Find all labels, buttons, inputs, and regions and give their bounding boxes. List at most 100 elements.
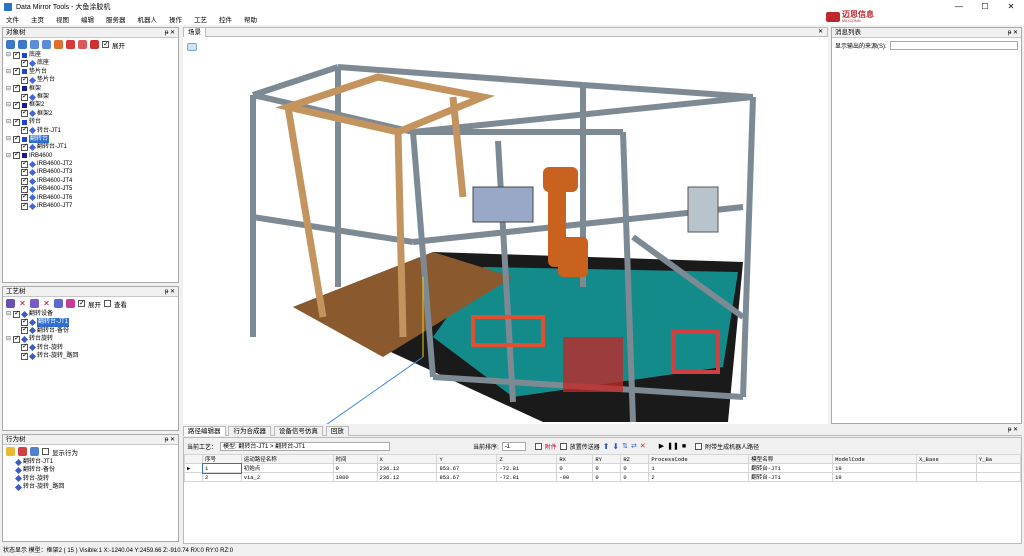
delete-row-icon[interactable]: ✕	[640, 442, 646, 450]
tab-path-editor[interactable]: 路径编辑器	[183, 426, 226, 436]
collapse-icon[interactable]: ⊟	[6, 85, 13, 93]
process-tree-item[interactable]: 翻转台-备份	[14, 326, 178, 335]
item-checkbox[interactable]	[21, 352, 28, 360]
menu-home[interactable]: 主页	[25, 14, 50, 24]
table-cell[interactable]: 0	[332, 463, 378, 473]
table-cell[interactable]: 1	[201, 462, 243, 474]
table-cell[interactable]: 0	[556, 463, 594, 473]
table-cell[interactable]: -90	[556, 472, 594, 482]
table-cell[interactable]	[975, 463, 1022, 473]
process-tree-item[interactable]: ⊟ 翻转设备	[6, 310, 178, 318]
process-tree-item[interactable]: 翻转台-JT1	[14, 318, 178, 327]
eye-icon[interactable]	[187, 43, 197, 51]
table-cell[interactable]: 0	[620, 463, 650, 473]
process-tree-item[interactable]: ⊟ 转台旋转	[6, 335, 178, 343]
item-checkbox[interactable]	[21, 168, 28, 177]
collapse-icon[interactable]: ⊟	[6, 135, 13, 143]
attachment-checkbox[interactable]	[534, 442, 542, 450]
collapse-icon[interactable]: ⊟	[6, 68, 13, 76]
column-header[interactable]: RY	[592, 454, 622, 464]
collapse-icon[interactable]: ⊟	[6, 51, 13, 59]
table-cell[interactable]: 853.67	[436, 463, 498, 473]
table-cell[interactable]	[915, 472, 977, 482]
globe-link-icon[interactable]	[42, 40, 51, 49]
trash-icon[interactable]	[18, 447, 27, 456]
item-checkbox[interactable]	[13, 151, 20, 160]
item-checkbox[interactable]	[13, 135, 20, 143]
menu-file[interactable]: 文件	[0, 14, 25, 24]
object-tree-item[interactable]: IRB4600-JT2	[14, 160, 178, 168]
edit-icon[interactable]	[30, 447, 39, 456]
table-cell[interactable]: -72.81	[496, 472, 558, 482]
object-tree-item[interactable]: 框架2	[14, 109, 178, 118]
globe-add-icon[interactable]	[18, 40, 27, 49]
item-checkbox[interactable]	[21, 193, 28, 202]
item-checkbox[interactable]	[13, 84, 20, 93]
expand-checkbox[interactable]	[78, 299, 85, 307]
table-cell[interactable]: 2	[202, 472, 242, 482]
record-alt-icon[interactable]	[78, 40, 87, 49]
menu-operate[interactable]: 操作	[163, 14, 188, 24]
item-checkbox[interactable]	[13, 118, 20, 126]
table-row[interactable]: 2 via_2 1000 236.12 853.67 -72.81 -90 0 0 2 翻转台-JT…	[184, 472, 1022, 482]
message-source-select[interactable]	[889, 40, 1018, 50]
behavior-tree-item[interactable]: 转台-旋转_路回	[14, 483, 178, 491]
item-checkbox[interactable]	[21, 93, 28, 101]
remove-icon[interactable]: ✕	[42, 299, 51, 308]
table-cell[interactable]: 翻转台-JT1	[748, 472, 834, 482]
pin-close-icon[interactable]: ᵽ ✕	[165, 28, 175, 38]
column-header[interactable]: 模型名称	[748, 454, 834, 464]
hammer-icon[interactable]	[54, 40, 63, 49]
object-tree-item[interactable]: 翻转台-JT1	[14, 143, 178, 151]
table-cell[interactable]: 853.67	[436, 472, 498, 482]
object-tree-item[interactable]: ⊟ 框架	[6, 84, 178, 93]
viewport-close-icon[interactable]: ✕	[818, 28, 823, 35]
column-header[interactable]: RX	[556, 454, 594, 464]
close-button[interactable]: ✕	[998, 0, 1024, 13]
add-node-icon[interactable]	[54, 299, 63, 308]
object-tree-item[interactable]: ⊟ 框架2	[6, 101, 178, 109]
table-cell[interactable]: 0	[592, 472, 622, 482]
object-tree-item[interactable]: 底座	[14, 59, 178, 67]
swap-icon[interactable]: ⇄	[631, 442, 637, 450]
behavior-tree-item[interactable]: 转台-旋转	[14, 475, 178, 483]
item-checkbox[interactable]	[21, 126, 28, 135]
tab-scene[interactable]: 场景	[184, 28, 206, 37]
item-checkbox[interactable]	[13, 51, 20, 59]
item-checkbox[interactable]	[21, 343, 28, 352]
sort-input[interactable]: -1	[501, 441, 526, 451]
item-checkbox[interactable]	[21, 185, 28, 193]
current-process-field[interactable]: 模型: 翻转台-JT1 > 翻转台-JT1	[220, 441, 391, 451]
bottom-pin-close-icon[interactable]: ᵽ ✕	[1008, 426, 1018, 433]
record-icon[interactable]	[66, 40, 75, 49]
collapse-icon[interactable]: ⊟	[6, 310, 13, 318]
table-cell[interactable]: 236.12	[376, 463, 438, 473]
tab-signal-sim[interactable]: 设备信号仿真	[273, 426, 323, 436]
object-tree-item[interactable]: IRB4600-JT5	[14, 185, 178, 193]
item-checkbox[interactable]	[21, 76, 28, 84]
table-cell[interactable]: 1000	[332, 472, 378, 482]
pin-close-icon[interactable]: ᵽ ✕	[165, 287, 175, 297]
menu-process[interactable]: 工艺	[188, 14, 213, 24]
stop-icon[interactable]: ■	[682, 443, 686, 450]
behavior-tree-item[interactable]: 翻转台-JT1	[14, 458, 178, 466]
column-header[interactable]: X_Base	[915, 454, 977, 464]
tab-playback[interactable]: 回放	[325, 426, 349, 436]
globe-icon[interactable]	[6, 40, 15, 49]
object-tree-item[interactable]: 转台-JT1	[14, 126, 178, 135]
table-cell[interactable]: 翻转台-JT1	[748, 463, 834, 473]
item-checkbox[interactable]	[13, 67, 20, 76]
column-header[interactable]: 时间	[332, 454, 378, 464]
column-header[interactable]: 运动路径名称	[240, 454, 334, 464]
pause-icon[interactable]: ❚❚	[667, 442, 679, 450]
menu-help[interactable]: 帮助	[238, 14, 263, 24]
table-cell[interactable]: 1	[648, 463, 750, 473]
item-checkbox[interactable]	[13, 310, 20, 318]
hierarchy-icon[interactable]	[6, 299, 15, 308]
arrow-up-icon[interactable]: ⬆	[603, 442, 610, 451]
object-tree-item[interactable]: IRB4600-JT3	[14, 168, 178, 177]
table-cell[interactable]	[915, 463, 977, 473]
object-tree-item[interactable]: IRB4600-JT6	[14, 193, 178, 202]
gen-robot-path-checkbox[interactable]	[695, 442, 703, 450]
table-cell[interactable]: 19	[832, 463, 917, 473]
